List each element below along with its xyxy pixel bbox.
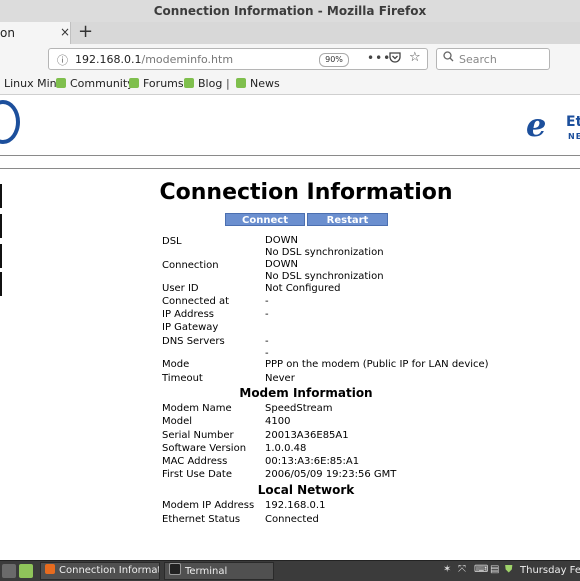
terminal-task-button[interactable]: Terminal xyxy=(164,562,274,580)
bookmark-blog[interactable]: Blog xyxy=(184,77,222,90)
taskbar: Connection Informat... Terminal ✶ ⤧ ⌨ ▤ … xyxy=(0,560,580,581)
firefox-task-button[interactable]: Connection Informat... xyxy=(40,562,160,580)
timeout-label: Timeout xyxy=(162,373,203,384)
dns-servers-label: DNS Servers xyxy=(162,336,225,347)
tray-clipboard-icon[interactable]: ▤ xyxy=(490,564,499,575)
mac-address-label: MAC Address xyxy=(162,456,228,467)
info-icon[interactable]: ⓘ xyxy=(57,52,68,68)
tray-shield-icon[interactable]: ⛊ xyxy=(505,564,513,575)
left-nav-item[interactable] xyxy=(0,244,2,268)
bookmark-leaf-icon xyxy=(56,78,66,88)
search-input[interactable]: Search xyxy=(436,48,550,70)
bookmark-linux-mint[interactable]: Linux Mint xyxy=(4,77,61,90)
bookmark-leaf-icon xyxy=(236,78,246,88)
bookmark-leaf-icon xyxy=(129,78,139,88)
tab-connection-information[interactable]: on × xyxy=(0,22,71,44)
user-id-label: User ID xyxy=(162,283,199,294)
tab-strip: on × + xyxy=(0,22,580,44)
bookmark-forums[interactable]: Forums xyxy=(129,77,184,90)
tray-network-icon[interactable]: ⤧ xyxy=(458,564,466,575)
logo-subtext: NE xyxy=(568,132,580,141)
tab-label: on xyxy=(0,26,15,40)
page-actions-icon[interactable]: ••• xyxy=(367,51,391,65)
ip-address-value: - xyxy=(265,309,269,320)
serial-number-value: 20013A36E85A1 xyxy=(265,430,349,441)
page-title: Connection Information xyxy=(159,180,453,205)
show-desktop-icon[interactable] xyxy=(2,564,16,578)
serial-number-label: Serial Number xyxy=(162,430,234,441)
tray-keyboard-icon[interactable]: ⌨ xyxy=(474,564,488,575)
zoom-indicator[interactable]: 90% xyxy=(319,53,349,67)
local-network-heading: Local Network xyxy=(257,483,355,497)
dsl-value: DOWN No DSL synchronization xyxy=(265,235,384,258)
navigation-bar: ⓘ 192.168.0.1/modeminfo.htm 90% ••• ☆ Se… xyxy=(0,44,580,74)
window-title: Connection Information - Mozilla Firefox xyxy=(153,4,427,18)
dsl-label: DSL xyxy=(162,236,182,247)
search-icon xyxy=(443,51,454,65)
ip-gateway-label: IP Gateway xyxy=(162,322,219,333)
close-tab-icon[interactable]: × xyxy=(60,25,70,39)
bookmarks-toolbar: Linux Mint Community Forums Blog | News xyxy=(0,74,580,95)
modem-ip-address-value: 192.168.0.1 xyxy=(265,500,326,511)
efficient-networks-logo: e Et NE xyxy=(526,106,580,144)
bookmark-separator: | xyxy=(226,77,230,90)
ethernet-status-label: Ethernet Status xyxy=(162,514,241,525)
ip-address-label: IP Address xyxy=(162,309,214,320)
divider-top xyxy=(0,155,580,156)
model-label: Model xyxy=(162,416,193,427)
url-host: 192.168.0.1 xyxy=(75,53,142,66)
bookmark-star-icon[interactable]: ☆ xyxy=(409,50,421,65)
modem-name-label: Modem Name xyxy=(162,403,232,414)
modem-ip-address-label: Modem IP Address xyxy=(162,500,255,511)
ethernet-status-value: Connected xyxy=(265,514,319,525)
search-placeholder: Search xyxy=(459,53,497,66)
efficient-logo-left xyxy=(0,100,20,144)
connected-at-value: - xyxy=(265,296,269,307)
firefox-icon xyxy=(45,564,55,574)
url-path: /modeminfo.htm xyxy=(141,53,234,66)
bookmark-community[interactable]: Community xyxy=(56,77,134,90)
divider-bottom xyxy=(0,168,580,169)
connection-label: Connection xyxy=(162,260,219,271)
dns-servers-value: -- xyxy=(265,336,269,359)
pocket-icon[interactable] xyxy=(389,51,401,66)
mode-value: PPP on the modem (Public IP for LAN devi… xyxy=(265,359,489,370)
clock[interactable]: Thursday Feb xyxy=(520,565,580,576)
software-version-label: Software Version xyxy=(162,443,247,454)
bookmark-leaf-icon xyxy=(184,78,194,88)
mode-label: Mode xyxy=(162,359,190,370)
address-bar[interactable]: ⓘ 192.168.0.1/modeminfo.htm 90% ••• ☆ xyxy=(48,48,428,70)
left-nav-item[interactable] xyxy=(0,184,2,208)
connected-at-label: Connected at xyxy=(162,296,230,307)
modem-information-heading: Modem Information xyxy=(239,386,373,400)
terminal-icon xyxy=(169,563,181,575)
mac-address-value: 00:13:A3:6E:85:A1 xyxy=(265,456,360,467)
restart-modem-button[interactable]: Restart Modem xyxy=(307,213,388,239)
files-icon[interactable] xyxy=(19,564,33,578)
bookmark-news[interactable]: News xyxy=(236,77,280,90)
url-text[interactable]: 192.168.0.1/modeminfo.htm xyxy=(75,53,233,66)
first-use-date-label: First Use Date xyxy=(162,469,232,480)
window-titlebar: Connection Information - Mozilla Firefox xyxy=(0,0,580,23)
tray-tool-icon[interactable]: ✶ xyxy=(443,564,451,575)
new-tab-button[interactable]: + xyxy=(78,22,93,42)
first-use-date-value: 2006/05/09 19:23:56 GMT xyxy=(265,469,397,480)
model-value: 4100 xyxy=(265,416,291,427)
left-nav-item[interactable] xyxy=(0,214,2,238)
software-version-value: 1.0.0.48 xyxy=(265,443,307,454)
timeout-value: Never xyxy=(265,373,295,384)
logo-text: Et xyxy=(566,114,580,130)
connect-button[interactable]: Connect xyxy=(225,213,305,226)
connection-value: DOWN No DSL synchronization xyxy=(265,259,384,282)
left-nav-item[interactable] xyxy=(0,272,2,296)
user-id-value: Not Configured xyxy=(265,283,341,294)
logo-e-glyph: e xyxy=(526,106,547,144)
modem-name-value: SpeedStream xyxy=(265,403,333,414)
